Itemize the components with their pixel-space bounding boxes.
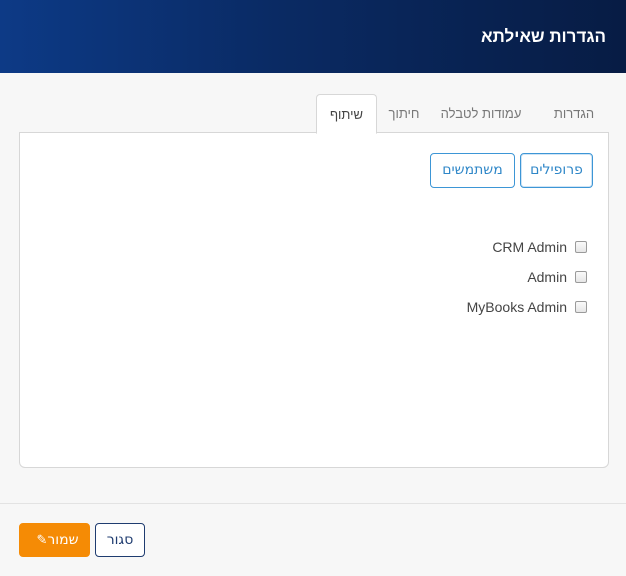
option-row[interactable]: Admin [527, 267, 587, 287]
checkbox[interactable] [575, 271, 587, 283]
pencil-icon: ✎ [36, 533, 48, 548]
option-row[interactable]: CRM Admin [492, 237, 587, 257]
option-label: MyBooks Admin [466, 299, 567, 315]
tab-slicing[interactable]: חיתוך [379, 94, 429, 133]
tab-bar: הגדרות עמודות לטבלה חיתוך שיתוף [0, 94, 626, 134]
save-button[interactable]: שמור✎ [19, 523, 90, 557]
save-label: שמור [47, 532, 79, 548]
sharing-panel: פרופילים משתמשים CRM Admin Admin MyBooks… [19, 132, 609, 468]
checkbox[interactable] [575, 241, 587, 253]
profiles-button[interactable]: פרופילים [520, 153, 593, 188]
checkbox[interactable] [575, 301, 587, 313]
option-label: Admin [527, 269, 567, 285]
tab-table-columns[interactable]: עמודות לטבלה [436, 94, 526, 133]
users-button[interactable]: משתמשים [430, 153, 515, 188]
close-button[interactable]: סגור [95, 523, 145, 557]
tab-sharing[interactable]: שיתוף [316, 94, 377, 134]
option-label: CRM Admin [492, 239, 567, 255]
option-row[interactable]: MyBooks Admin [467, 297, 587, 317]
dialog-header: הגדרות שאילתא [0, 0, 626, 73]
dialog-title: הגדרות שאילתא [481, 27, 606, 46]
tab-settings[interactable]: הגדרות [544, 94, 604, 133]
footer-divider [0, 503, 626, 504]
